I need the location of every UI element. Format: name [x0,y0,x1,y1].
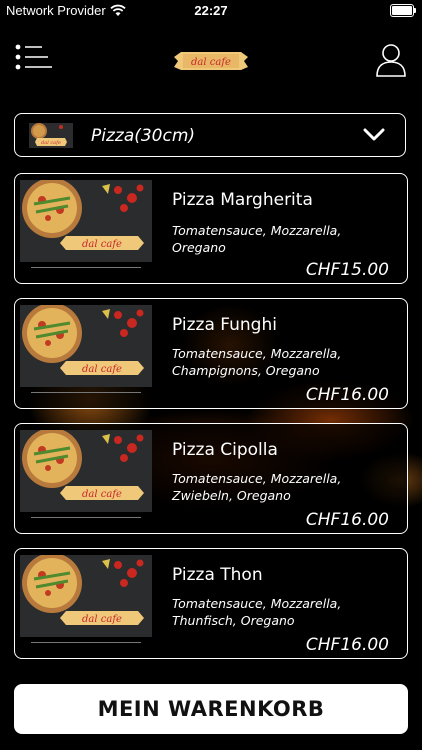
list-menu-icon[interactable] [15,44,55,74]
svg-text:dal cafe: dal cafe [191,57,231,68]
svg-text:dal cafe: dal cafe [41,140,61,146]
pizza-image: dal cafe [20,305,152,387]
svg-text:dal cafe: dal cafe [82,614,122,625]
status-bar: Network Provider 22:27 [0,0,422,22]
image-divider [31,267,141,268]
svg-text:dal cafe: dal cafe [82,364,122,375]
product-price: CHF16.00 [305,635,389,655]
product-name: Pizza Funghi [172,315,277,335]
product-description: Tomatensauce, Mozzarella, Champignons, O… [172,346,342,378]
product-name: Pizza Cipolla [172,440,278,460]
product-price: CHF15.00 [305,260,389,280]
image-divider [31,642,141,643]
product-name: Pizza Margherita [172,190,313,210]
clock: 22:27 [194,3,228,18]
battery-icon [390,4,416,17]
svg-text:dal cafe: dal cafe [82,489,122,500]
pizza-image: dal cafe [20,180,152,262]
pizza-image: dal cafe [20,555,152,637]
product-description: Tomatensauce, Mozzarella, Zwiebeln, Oreg… [172,471,342,503]
dal-cafe-logo: dal cafe [174,52,248,70]
category-label: Pizza(30cm) [91,126,196,146]
category-dropdown[interactable]: dal cafe Pizza(30cm) [14,113,406,157]
image-divider [31,517,141,518]
top-navigation: dal cafe [0,22,422,100]
product-price: CHF16.00 [305,385,389,405]
product-card-thon[interactable]: dal cafe Pizza Thon Tomatensauce, Mozzar… [14,548,408,659]
product-price: CHF16.00 [305,510,389,530]
svg-text:dal cafe: dal cafe [82,239,122,250]
product-list: dal cafe Pizza Margherita Tomatensauce, … [14,173,408,673]
pizza-image: dal cafe [20,430,152,512]
product-card-cipolla[interactable]: dal cafe Pizza Cipolla Tomatensauce, Moz… [14,423,408,534]
chevron-down-icon[interactable] [363,127,385,143]
product-description: Tomatensauce, Mozzarella, Oregano [172,223,342,255]
product-card-funghi[interactable]: dal cafe Pizza Funghi Tomatensauce, Mozz… [14,298,408,409]
cart-button[interactable]: MEIN WARENKORB [14,684,408,734]
product-card-margherita[interactable]: dal cafe Pizza Margherita Tomatensauce, … [14,173,408,284]
image-divider [31,392,141,393]
product-name: Pizza Thon [172,565,263,585]
product-description: Tomatensauce, Mozzarella, Thunfisch, Ore… [172,596,342,628]
category-thumbnail: dal cafe [29,123,73,148]
user-profile-icon[interactable] [375,42,407,78]
